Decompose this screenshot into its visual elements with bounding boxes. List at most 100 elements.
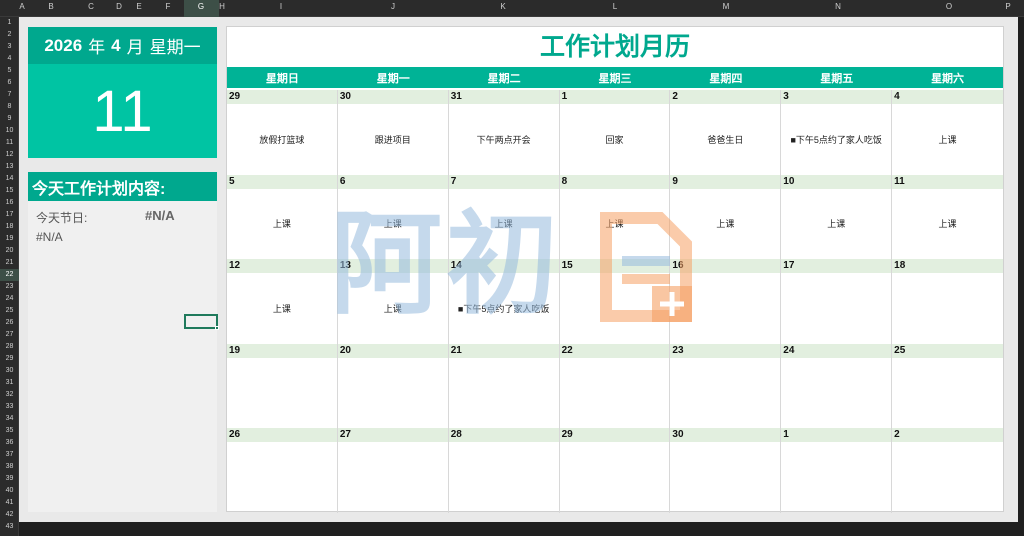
row-header-13[interactable]: 13 [0, 161, 19, 173]
day-event-text[interactable] [670, 273, 780, 344]
column-header-i[interactable]: I [280, 2, 282, 11]
day-event-text[interactable]: 上课 [449, 189, 559, 260]
row-header-7[interactable]: 7 [0, 89, 19, 101]
row-header-16[interactable]: 16 [0, 197, 19, 209]
row-header-6[interactable]: 6 [0, 77, 19, 89]
row-header-1[interactable]: 1 [0, 17, 19, 29]
calendar-day-cell[interactable]: 2 爸爸生日 [670, 90, 782, 175]
calendar-day-cell[interactable]: 28 [448, 428, 560, 513]
row-header-42[interactable]: 42 [0, 509, 19, 521]
day-event-text[interactable] [781, 273, 891, 344]
calendar-day-cell[interactable]: 23 [670, 343, 782, 429]
row-header-22[interactable]: 22 [0, 269, 19, 281]
column-header-m[interactable]: M [723, 2, 730, 11]
calendar-day-cell[interactable]: 27 [337, 428, 449, 513]
calendar-day-cell[interactable]: 11 上课 [892, 174, 1003, 260]
column-header-b[interactable]: B [48, 2, 53, 11]
day-event-text[interactable]: 上课 [781, 189, 891, 260]
row-header-5[interactable]: 5 [0, 65, 19, 77]
day-event-text[interactable] [781, 358, 891, 429]
calendar-day-cell[interactable]: 29 放假打篮球 [227, 90, 338, 175]
selected-cell[interactable] [184, 314, 218, 329]
calendar-day-cell[interactable]: 14 ■下午5点约了家人吃饭 [448, 259, 560, 344]
calendar-day-cell[interactable]: 15 [559, 259, 671, 344]
calendar-day-cell[interactable]: 30 跟进项目 [337, 90, 449, 175]
day-event-text[interactable]: 上课 [227, 273, 337, 344]
calendar-day-cell[interactable]: 16 [670, 259, 782, 344]
day-event-text[interactable]: 上课 [338, 273, 448, 344]
calendar-day-cell[interactable]: 17 [781, 259, 893, 344]
column-header-k[interactable]: K [500, 2, 505, 11]
calendar-day-cell[interactable]: 1 [781, 428, 893, 513]
row-header-9[interactable]: 9 [0, 113, 19, 125]
calendar-day-cell[interactable]: 30 [670, 428, 782, 513]
row-header-24[interactable]: 24 [0, 293, 19, 305]
day-event-text[interactable]: 上课 [892, 189, 1003, 260]
calendar-day-cell[interactable]: 3 ■下午5点约了家人吃饭 [781, 90, 893, 175]
row-header-21[interactable]: 21 [0, 257, 19, 269]
row-header-38[interactable]: 38 [0, 461, 19, 473]
calendar-day-cell[interactable]: 1 回家 [559, 90, 671, 175]
column-header-h[interactable]: H [219, 2, 225, 11]
column-header-o[interactable]: O [946, 2, 952, 11]
column-header-l[interactable]: L [613, 2, 617, 11]
day-event-text[interactable]: 上课 [227, 189, 337, 260]
row-header-31[interactable]: 31 [0, 377, 19, 389]
row-header-14[interactable]: 14 [0, 173, 19, 185]
calendar-day-cell[interactable]: 21 [448, 343, 560, 428]
row-header-33[interactable]: 33 [0, 401, 19, 413]
day-event-text[interactable]: ■下午5点约了家人吃饭 [781, 104, 891, 175]
day-event-text[interactable] [338, 442, 448, 513]
calendar-day-cell[interactable]: 18 [892, 259, 1003, 344]
row-header-41[interactable]: 41 [0, 497, 19, 509]
row-header-8[interactable]: 8 [0, 101, 19, 113]
row-header-34[interactable]: 34 [0, 413, 19, 425]
calendar-day-cell[interactable]: 20 [337, 343, 449, 429]
row-header-35[interactable]: 35 [0, 425, 19, 437]
fill-handle[interactable] [215, 326, 219, 330]
calendar-day-cell[interactable]: 2 [892, 428, 1003, 513]
calendar-day-cell[interactable]: 25 [892, 343, 1003, 429]
day-event-text[interactable]: ■下午5点约了家人吃饭 [449, 273, 559, 344]
day-event-text[interactable] [227, 358, 337, 429]
row-header-43[interactable]: 43 [0, 521, 19, 533]
column-header-g[interactable]: G [198, 2, 204, 11]
calendar-day-cell[interactable]: 7 上课 [448, 174, 560, 260]
plan-content[interactable]: #N/A [36, 230, 63, 244]
calendar-day-cell[interactable]: 29 [559, 428, 671, 513]
calendar-day-cell[interactable]: 24 [781, 343, 893, 429]
row-header-23[interactable]: 23 [0, 281, 19, 293]
column-header-n[interactable]: N [835, 2, 841, 11]
row-header-2[interactable]: 2 [0, 29, 19, 41]
row-header-26[interactable]: 26 [0, 317, 19, 329]
calendar-day-cell[interactable]: 8 上课 [559, 174, 671, 259]
row-header-30[interactable]: 30 [0, 365, 19, 377]
day-event-text[interactable]: 跟进项目 [338, 104, 448, 175]
row-header-32[interactable]: 32 [0, 389, 19, 401]
day-event-text[interactable] [892, 442, 1003, 513]
day-event-text[interactable]: 上课 [892, 104, 1003, 175]
day-event-text[interactable] [892, 358, 1003, 429]
day-event-text[interactable] [670, 442, 780, 513]
day-event-text[interactable] [338, 358, 448, 429]
calendar-day-cell[interactable]: 19 [227, 343, 338, 429]
day-event-text[interactable] [670, 358, 780, 429]
day-event-text[interactable]: 下午两点开会 [449, 104, 559, 175]
calendar-day-cell[interactable]: 9 上课 [670, 174, 782, 259]
row-header-28[interactable]: 28 [0, 341, 19, 353]
row-header-17[interactable]: 17 [0, 209, 19, 221]
row-header-10[interactable]: 10 [0, 125, 19, 137]
column-header-d[interactable]: D [116, 2, 122, 11]
calendar-day-cell[interactable]: 26 [227, 428, 338, 513]
day-event-text[interactable] [560, 442, 670, 513]
row-header-12[interactable]: 12 [0, 149, 19, 161]
day-event-text[interactable] [892, 273, 1003, 344]
calendar-day-cell[interactable]: 4 上课 [892, 90, 1003, 175]
day-event-text[interactable] [560, 273, 670, 344]
column-header-e[interactable]: E [136, 2, 141, 11]
day-event-text[interactable]: 上课 [338, 189, 448, 260]
day-event-text[interactable]: 爸爸生日 [670, 104, 780, 175]
day-event-text[interactable] [449, 442, 559, 513]
calendar-day-cell[interactable]: 13 上课 [337, 259, 449, 344]
calendar-day-cell[interactable]: 12 上课 [227, 259, 338, 344]
